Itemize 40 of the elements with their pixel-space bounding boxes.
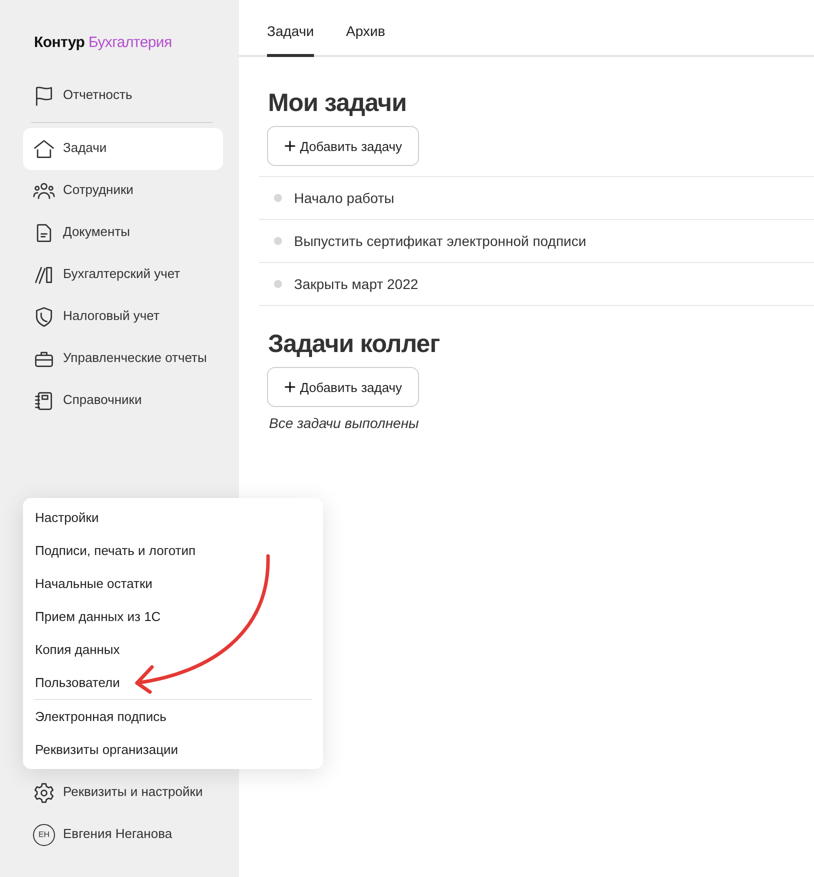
section-heading: Задачи коллег [268,330,441,359]
logo: Контур Бухгалтерия [33,34,173,51]
nav-item[interactable]: Справочники [23,380,223,422]
nav-label: Управленческие отчеты [63,349,207,367]
nav-label: Справочники [63,391,142,409]
nav-label: Задачи [63,139,107,157]
nav-item[interactable]: Документы [23,212,223,254]
nav-item[interactable]: Бухгалтерский учет [23,254,223,296]
menu-item[interactable]: Реквизиты организации [34,733,312,766]
menu-item[interactable]: Настройки [23,501,323,534]
user-item[interactable]: ЕН Евгения Неганова [23,814,233,856]
section-heading: Мои задачи [268,89,408,118]
menu-item[interactable]: Подписи, печать и логотип [23,534,323,567]
menu-item[interactable]: Пользователи [23,666,323,699]
add-task-button[interactable]: Добавить задачу [267,126,420,166]
task-title[interactable]: Закрыть март 2022 [294,276,418,292]
nav-label: Сотрудники [63,181,134,199]
menu-item[interactable]: Электронная подпись [34,700,312,733]
nav-label: Бухгалтерский учет [63,265,180,283]
add-task-button[interactable]: Добавить задачу [267,367,420,407]
nav-item[interactable]: Задачи [23,128,223,170]
nav-item[interactable]: Управленческие отчеты [23,338,223,380]
menu-item[interactable]: Начальные остатки [23,567,323,600]
empty-note: Все задачи выполнены [269,415,420,431]
nav-label: Документы [63,223,130,241]
user-name: Евгения Неганова [63,825,172,843]
nav-item[interactable]: Налоговый учет [23,296,223,338]
task-title[interactable]: Выпустить сертификат электронной подписи [294,233,586,249]
avatar: ЕН [33,824,55,846]
tab[interactable]: Задачи [267,23,314,57]
task-title[interactable]: Начало работы [294,190,394,206]
nav-label: Налоговый учет [63,307,160,325]
menu-item[interactable]: Копия данных [23,633,323,666]
nav-item[interactable]: Сотрудники [23,170,223,212]
nav-label: Реквизиты и настройки [63,783,203,801]
tab[interactable]: Архив [346,23,386,57]
nav-label: Отчетность [63,86,132,104]
menu-item[interactable]: Прием данных из 1С [23,600,323,633]
nav-item[interactable]: Отчетность [23,75,223,117]
nav-item[interactable]: Реквизиты и настройки [23,772,233,814]
